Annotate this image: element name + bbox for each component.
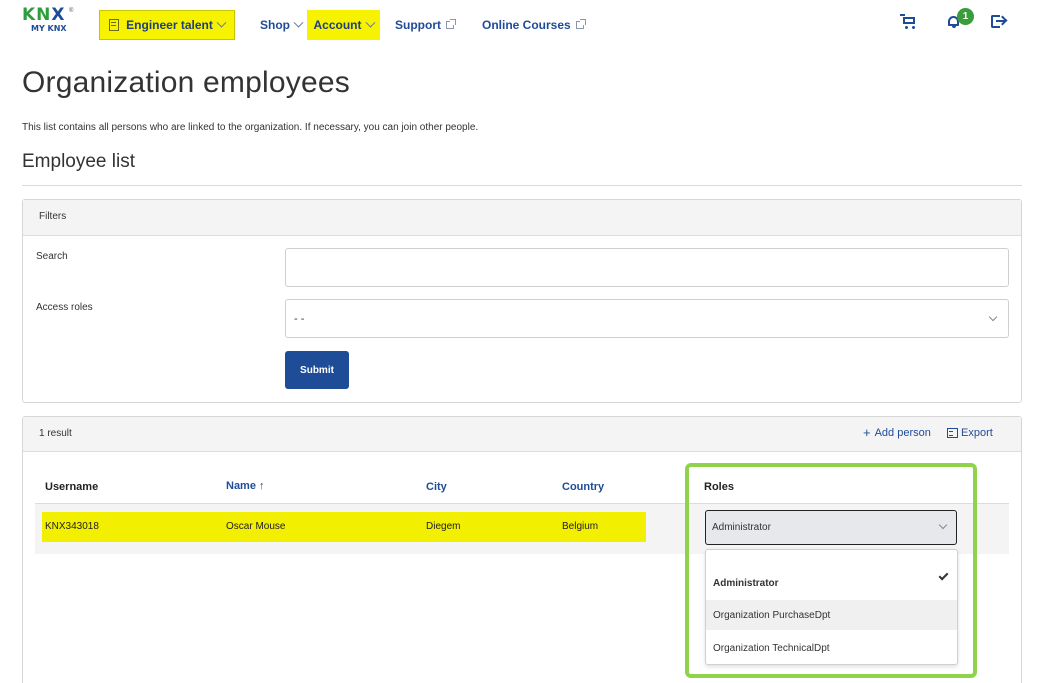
nav-engineer-talent-menu[interactable]: Engineer talent [99,10,235,40]
cell-username: KNX343018 [45,521,99,532]
column-header-username: Username [45,481,99,493]
sort-ascending-icon: ↑ [258,480,265,492]
top-navigation: KNX ® MY KNX Engineer talent Shop Accoun… [0,0,1042,46]
chevron-down-icon [293,17,304,28]
role-select-value: Administrator [712,522,771,533]
nav-online-courses-link[interactable]: Online Courses [482,10,586,40]
cell-country: Belgium [562,521,599,532]
role-option-purchase-dpt[interactable]: Organization PurchaseDpt [706,600,957,630]
plus-icon: + [863,425,871,440]
logo-mark: KNX [22,5,66,25]
cart-icon[interactable] [900,14,918,30]
export-label: Export [961,427,993,439]
nav-support-link[interactable]: Support [395,10,456,40]
search-label: Search [36,251,68,262]
section-divider [22,185,1022,186]
role-option-technical-dpt[interactable]: Organization TechnicalDpt [706,633,957,663]
role-select[interactable]: Administrator [705,510,957,545]
access-roles-select[interactable]: - - [285,299,1009,338]
table-header: Username Name ↑ City Country Roles [35,467,1009,504]
export-button[interactable]: Export [947,427,993,439]
access-roles-label: Access roles [36,302,93,313]
chevron-down-icon [365,17,375,28]
nav-engineer-talent-label: Engineer talent [126,18,213,32]
result-count: 1 result [39,428,72,439]
knx-logo[interactable]: KNX ® MY KNX [22,6,74,40]
filters-panel: Filters Search Access roles - - Submit [22,199,1022,403]
section-title: Employee list [22,151,135,172]
logo-registered-mark: ® [69,8,74,14]
nav-support-label: Support [395,18,441,32]
logo-subtitle: MY KNX [31,24,67,33]
excel-icon [947,428,958,438]
column-header-name[interactable]: Name ↑ [226,480,264,492]
building-icon [109,19,120,31]
chevron-down-icon [988,312,998,322]
external-link-icon [575,19,586,29]
nav-shop-menu[interactable]: Shop [260,10,304,40]
results-header: 1 result + Add person Export [23,417,1021,452]
row-highlight [42,512,646,542]
role-option-administrator[interactable]: Administrator [706,568,957,598]
page-title: Organization employees [22,66,350,99]
add-person-label: Add person [874,427,931,439]
nav-shop-label: Shop [260,18,290,32]
chevron-down-icon [938,520,948,530]
filters-header: Filters [23,200,1021,236]
external-link-icon [446,19,456,29]
logout-icon[interactable] [991,15,1005,29]
nav-courses-label: Online Courses [482,18,571,32]
nav-account-label: Account [313,18,362,32]
submit-button[interactable]: Submit [285,351,349,389]
cell-name: Oscar Mouse [226,521,286,532]
notification-badge: 1 [957,8,974,25]
add-person-button[interactable]: + Add person [863,425,931,440]
cell-city: Diegem [426,521,461,532]
access-roles-value: - - [294,312,305,325]
column-header-city[interactable]: City [426,481,447,493]
page-description: This list contains all persons who are l… [22,122,479,133]
column-header-country[interactable]: Country [562,481,604,493]
nav-account-menu[interactable]: Account [307,10,380,40]
search-input[interactable] [285,248,1009,287]
role-dropdown-menu: Administrator Organization PurchaseDpt O… [705,549,958,665]
column-header-roles: Roles [704,481,734,493]
chevron-down-icon [216,17,227,28]
